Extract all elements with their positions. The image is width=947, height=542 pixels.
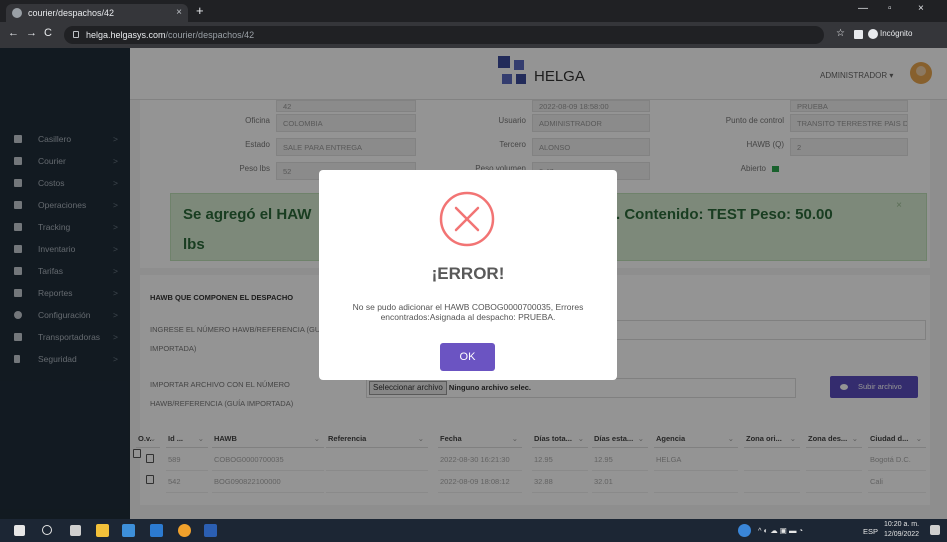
bookmark-star-icon[interactable]: ☆ <box>836 28 845 39</box>
incognito-icon <box>868 29 878 39</box>
tab-search-icon[interactable] <box>854 30 863 39</box>
store-icon[interactable] <box>122 524 135 537</box>
tab-close-icon[interactable]: × <box>176 4 182 22</box>
url-input[interactable]: helga.helgasys.com/courier/despachos/42 <box>64 26 824 44</box>
error-x-icon <box>439 191 495 247</box>
photos-icon[interactable] <box>150 524 163 537</box>
file-explorer-icon[interactable] <box>96 524 109 537</box>
url-domain: helga.helgasys.com <box>86 30 166 40</box>
minimize-button[interactable]: — <box>858 3 868 14</box>
notifications-icon[interactable] <box>930 525 940 535</box>
clock-date[interactable]: 12/09/2022 <box>884 531 919 538</box>
favicon-icon <box>12 8 22 18</box>
maximize-button[interactable]: ▫ <box>888 3 892 14</box>
word-icon[interactable] <box>204 524 217 537</box>
address-bar: ← → C helga.helgasys.com/courier/despach… <box>0 22 947 48</box>
tray-icons[interactable]: ^ ◐ ☁ ▣ ▬ ◔ <box>758 526 803 535</box>
clock-time[interactable]: 10:20 a. m. <box>884 521 919 528</box>
browser-tabbar: courier/despachos/42 × + — ▫ × <box>0 0 947 22</box>
search-icon[interactable] <box>42 525 52 535</box>
windows-start-icon[interactable] <box>14 525 25 536</box>
back-button[interactable]: ← <box>8 27 19 39</box>
task-view-icon[interactable] <box>70 525 81 536</box>
forward-button[interactable]: → <box>26 27 37 39</box>
reload-button[interactable]: C <box>44 27 52 39</box>
incognito-label: Incógnito <box>880 29 913 38</box>
close-window-button[interactable]: × <box>918 3 924 14</box>
url-path: /courier/despachos/42 <box>165 30 255 40</box>
error-dialog: ¡ERROR! No se pudo adicionar el HAWB COB… <box>319 170 617 380</box>
browser-tab[interactable]: courier/despachos/42 × <box>6 4 188 22</box>
error-title: ¡ERROR! <box>431 264 505 283</box>
lock-icon <box>73 31 79 38</box>
windows-taskbar: ^ ◐ ☁ ▣ ▬ ◔ ESP 10:20 a. m. 12/09/2022 <box>0 519 947 542</box>
help-icon[interactable] <box>738 524 751 537</box>
language-indicator[interactable]: ESP <box>863 527 878 536</box>
error-message: No se pudo adicionar el HAWB COBOG000070… <box>352 302 584 322</box>
ok-button[interactable]: OK <box>440 343 495 371</box>
chrome-icon[interactable] <box>178 524 191 537</box>
new-tab-button[interactable]: + <box>196 3 204 18</box>
tab-title: courier/despachos/42 <box>28 8 115 18</box>
